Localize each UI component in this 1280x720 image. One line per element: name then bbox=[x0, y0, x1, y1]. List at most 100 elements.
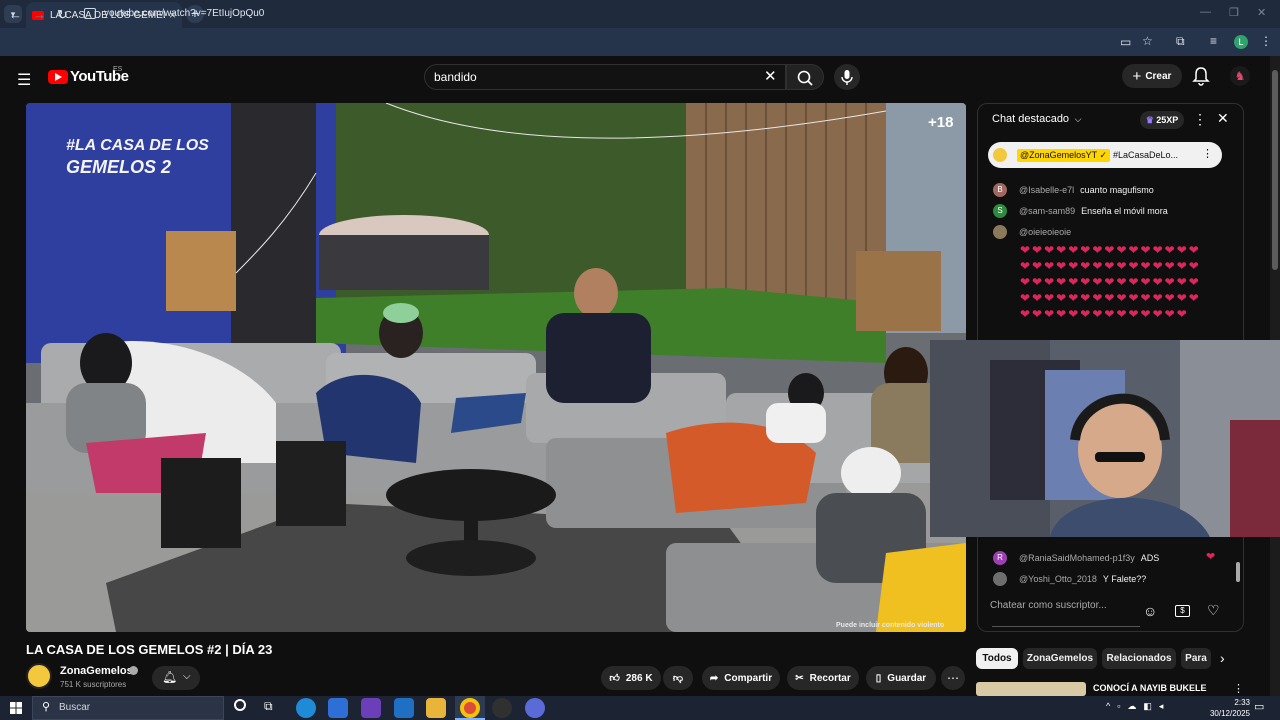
mail-icon[interactable] bbox=[394, 698, 414, 718]
channel-name[interactable]: ZonaGemelos bbox=[60, 665, 133, 677]
heart-reaction-icon[interactable]: ♡ bbox=[1207, 602, 1220, 619]
chrome-icon[interactable] bbox=[460, 698, 480, 718]
bookmark-icon: ▯ bbox=[875, 672, 882, 684]
chat-message[interactable]: @Yoshi_Otto_2018 Y Falete?? bbox=[993, 572, 1146, 586]
chat-username[interactable]: @sam-sam89 bbox=[1019, 206, 1075, 216]
clear-search-icon[interactable]: ✕ bbox=[764, 67, 777, 85]
chat-text: ADS bbox=[1140, 553, 1160, 563]
save-button[interactable]: ▯ Guardar bbox=[866, 666, 936, 690]
chat-username[interactable]: @Yoshi_Otto_2018 bbox=[1019, 574, 1097, 584]
more-actions-button[interactable]: ⋯ bbox=[941, 666, 965, 690]
close-chat-icon[interactable]: ✕ bbox=[1217, 110, 1229, 127]
browser-profile-avatar[interactable]: L bbox=[1234, 35, 1248, 49]
voice-search-button[interactable] bbox=[834, 64, 860, 90]
page-scrollbar-thumb[interactable] bbox=[1272, 70, 1278, 270]
clock-date: 30/12/2025 bbox=[1209, 709, 1250, 718]
share-button[interactable]: ➦ Compartir bbox=[702, 666, 780, 690]
plus-icon: + bbox=[1132, 67, 1142, 85]
video-player[interactable]: #LA CASA DE LOS GEMELOS 2 bbox=[26, 103, 966, 632]
visual-studio-icon[interactable] bbox=[361, 698, 381, 718]
chevron-down-icon: ⌵ bbox=[1072, 114, 1082, 124]
chat-options-icon[interactable]: ⋮ bbox=[1193, 111, 1207, 128]
chevron-right-icon[interactable]: › bbox=[1220, 650, 1225, 666]
thumbs-up-icon: 👍︎ bbox=[609, 673, 620, 684]
cast-icon[interactable]: ▭ bbox=[1120, 35, 1131, 49]
task-view-icon[interactable]: ⧉ bbox=[264, 699, 273, 714]
account-avatar[interactable]: ♞ bbox=[1230, 66, 1250, 86]
chat-scrollbar-thumb[interactable] bbox=[1236, 562, 1240, 582]
search-button[interactable] bbox=[786, 64, 824, 90]
cortana-icon[interactable] bbox=[234, 699, 246, 711]
chat-username[interactable]: @RaniaSaidMohamed-p1f3y bbox=[1019, 553, 1135, 563]
search-input-value[interactable]: bandido bbox=[434, 70, 477, 84]
clip-button[interactable]: ✂ Recortar bbox=[787, 666, 859, 690]
chat-heart-emoji: ❤ bbox=[1206, 551, 1216, 563]
notifications-bell-icon[interactable] bbox=[1192, 66, 1210, 91]
subscription-notifications-button[interactable]: 🔔︎ ⌵ bbox=[152, 666, 200, 690]
chat-message[interactable]: @oieieoieoie bbox=[993, 225, 1077, 239]
super-chat-icon[interactable]: $ bbox=[1175, 605, 1190, 617]
clip-label: Recortar bbox=[809, 672, 851, 684]
reload-icon[interactable]: ↻ bbox=[57, 7, 68, 23]
system-tray-icons[interactable]: ^▫☁◧◂ bbox=[1106, 701, 1170, 712]
chat-mode-selector[interactable]: Chat destacado ⌵ bbox=[992, 113, 1081, 125]
like-count: 286 K bbox=[625, 672, 653, 684]
recommended-options-icon[interactable]: ⋮ bbox=[1233, 682, 1244, 695]
show-logo-line2: GEMELOS 2 bbox=[66, 157, 171, 177]
video-title: LA CASA DE LOS GEMELOS #2 | DÍA 23 bbox=[26, 642, 273, 657]
chrome-profile-icon[interactable] bbox=[525, 698, 545, 718]
xp-badge[interactable]: ♛ 25XP bbox=[1140, 111, 1184, 129]
extensions-icon[interactable]: ⧉ bbox=[1176, 34, 1185, 49]
file-explorer-icon[interactable] bbox=[426, 698, 446, 718]
chat-username[interactable]: @Isabelle-e7l bbox=[1019, 185, 1074, 195]
pinned-options-icon[interactable]: ⋮ bbox=[1202, 147, 1213, 160]
pinned-author-name[interactable]: @ZonaGemelosYT ✓ bbox=[1017, 149, 1111, 162]
obs-icon[interactable] bbox=[492, 698, 512, 718]
chip-relacionados[interactable]: Relacionados bbox=[1102, 648, 1176, 669]
edge-icon[interactable] bbox=[296, 698, 316, 718]
recommended-video-thumbnail[interactable] bbox=[976, 682, 1086, 696]
reading-list-icon[interactable]: ≡ bbox=[1210, 34, 1217, 48]
scissors-icon: ✂ bbox=[795, 672, 804, 684]
content-warning-text: Puede incluir contenido violento bbox=[836, 622, 945, 629]
chip-para-ti[interactable]: Para bbox=[1181, 648, 1211, 669]
hamburger-menu-icon[interactable]: ☰ bbox=[17, 70, 31, 90]
like-button[interactable]: 👍︎ 286 K bbox=[601, 666, 661, 690]
subscriber-count: 751 K suscriptores bbox=[60, 680, 127, 689]
verified-badge-icon bbox=[129, 666, 138, 675]
pinned-author-avatar bbox=[993, 148, 1007, 162]
channel-avatar[interactable] bbox=[26, 663, 52, 689]
taskbar-search-input[interactable]: Buscar bbox=[32, 696, 224, 720]
microphone-icon bbox=[841, 70, 853, 85]
chat-avatar: S bbox=[993, 204, 1007, 218]
youtube-logo-icon[interactable] bbox=[48, 70, 68, 84]
dislike-button[interactable]: 👎︎ bbox=[663, 666, 693, 690]
country-code: ES bbox=[113, 66, 123, 73]
browser-menu-icon[interactable]: ⋮ bbox=[1260, 34, 1272, 48]
chat-input[interactable]: Chatear como suscriptor... bbox=[990, 600, 1140, 611]
back-arrow-icon[interactable]: ← bbox=[9, 7, 22, 22]
create-button-label: Crear bbox=[1145, 70, 1172, 82]
recommended-video-title[interactable]: CONOCÍ A NAYIB BUKELE bbox=[1093, 683, 1207, 693]
chat-message[interactable]: R @RaniaSaidMohamed-p1f3y ADS bbox=[993, 551, 1159, 565]
taskbar-clock[interactable]: 2:33 30/12/2025 bbox=[1200, 696, 1250, 719]
url-field[interactable]: youtube.com/watch?v=7EtIujOpQu0 bbox=[82, 3, 1280, 25]
notification-center-icon[interactable]: ▭ bbox=[1254, 700, 1264, 713]
chat-message[interactable]: B @Isabelle-e7l cuanto magufismo bbox=[993, 183, 1154, 197]
chat-username[interactable]: @oieieoieoie bbox=[1019, 227, 1071, 237]
chat-message[interactable]: S @sam-sam89 Enseña el móvil mora bbox=[993, 204, 1168, 218]
store-icon[interactable] bbox=[328, 698, 348, 718]
video-frame-scene: #LA CASA DE LOS GEMELOS 2 bbox=[26, 103, 966, 632]
chip-zonagemelos[interactable]: ZonaGemelos bbox=[1023, 648, 1097, 669]
xp-badge-label: 25XP bbox=[1156, 115, 1179, 125]
forward-arrow-icon[interactable]: → bbox=[33, 7, 46, 22]
chat-avatar bbox=[993, 225, 1007, 239]
bookmark-star-icon[interactable]: ☆ bbox=[1142, 34, 1153, 48]
chip-todos[interactable]: Todos bbox=[976, 648, 1018, 669]
emoji-icon[interactable]: ☺ bbox=[1143, 603, 1157, 619]
show-logo-line1: #LA CASA DE LOS bbox=[66, 137, 209, 154]
search-input[interactable] bbox=[424, 64, 786, 90]
windows-start-icon[interactable] bbox=[10, 701, 22, 714]
create-button[interactable]: + Crear bbox=[1122, 64, 1182, 88]
chat-text: cuanto magufismo bbox=[1080, 185, 1154, 195]
